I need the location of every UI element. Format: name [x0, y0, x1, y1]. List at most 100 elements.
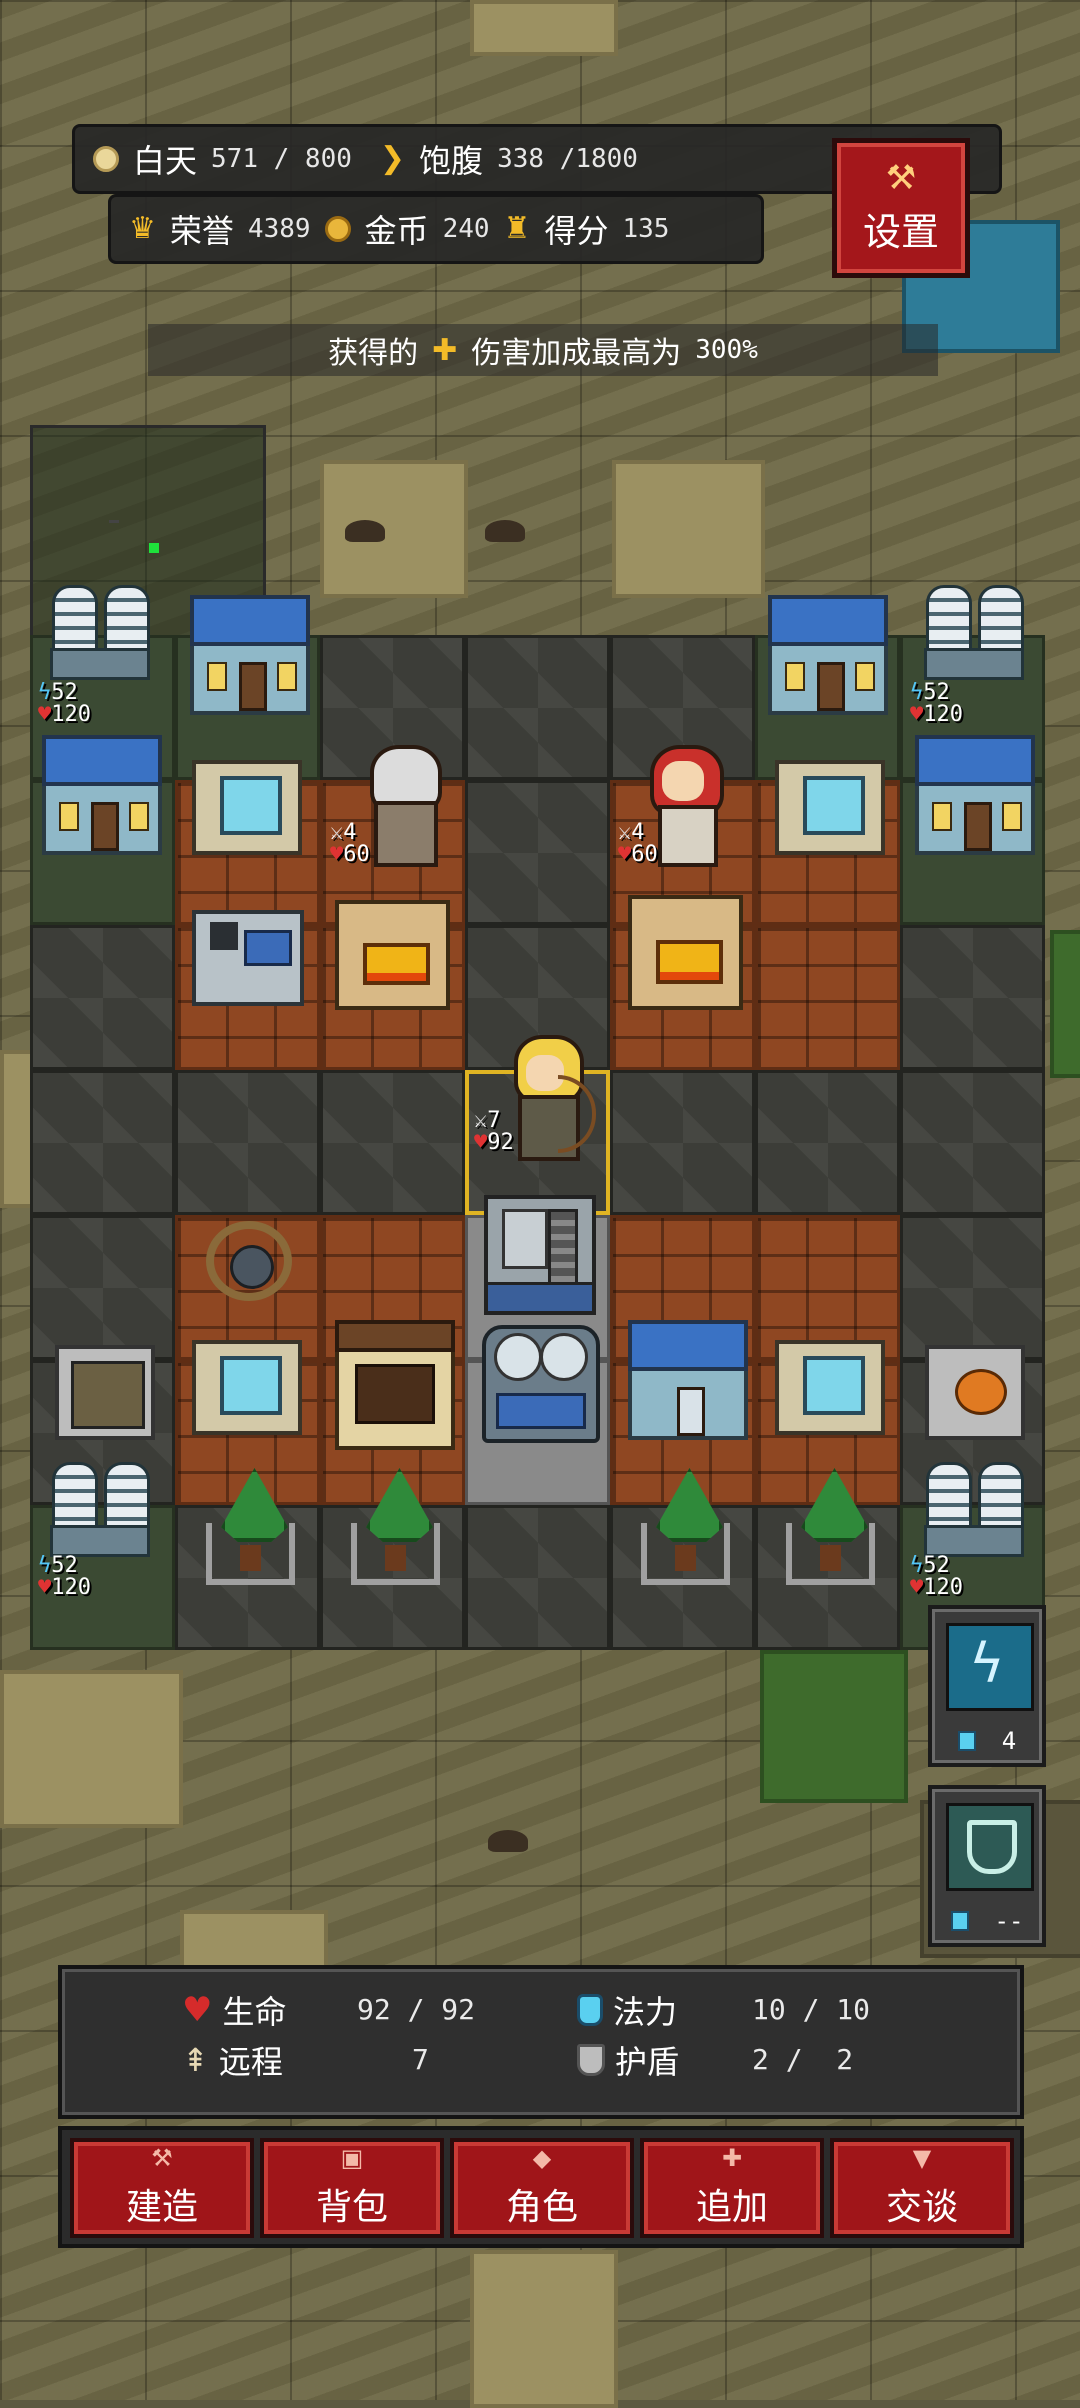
shield-value: 2 / 2 [752, 2043, 854, 2076]
creature-icon [230, 1245, 274, 1289]
furnace-building[interactable] [628, 895, 743, 1010]
board-cell[interactable] [900, 925, 1045, 1070]
gold-value: 240 [442, 214, 490, 244]
hay-box[interactable] [55, 1345, 155, 1440]
house-door [816, 662, 846, 711]
tesla-tower[interactable] [40, 585, 160, 680]
sand-tile [0, 1670, 183, 1828]
tank-dome [494, 1333, 542, 1381]
lightning-skill-slot[interactable]: ϟ 4 [928, 1605, 1046, 1767]
backpack-label: 背包 [315, 2187, 388, 2228]
machine-building[interactable] [192, 910, 304, 1006]
life-value: 92 / 92 [357, 1993, 476, 2026]
talk-label: 交谈 [885, 2187, 958, 2228]
red-hood-stats: ⚔4 ♥60 [618, 820, 658, 867]
pet-nest[interactable] [200, 1215, 300, 1310]
settings-button[interactable]: ⚒ 设置 [832, 138, 970, 278]
board-cell[interactable] [465, 780, 610, 925]
board-cell[interactable] [175, 1070, 320, 1215]
board-cell[interactable] [755, 1070, 900, 1215]
tower-base [924, 648, 1024, 680]
gear-icon [210, 922, 238, 950]
fridge-building[interactable] [192, 1340, 302, 1435]
board-cell[interactable] [610, 1070, 755, 1215]
house-building[interactable] [768, 595, 888, 715]
notice-percent: 300% [695, 335, 758, 365]
hunger-label: 饱腹 [419, 142, 484, 180]
house-building[interactable] [42, 735, 162, 855]
trophy-icon: ♜ [503, 211, 531, 246]
board-cell[interactable] [30, 925, 175, 1070]
tank-dome [540, 1333, 588, 1381]
house-building[interactable] [190, 595, 310, 715]
shrub-icon [485, 520, 525, 542]
mana-icon [957, 1731, 976, 1751]
sun-icon [93, 146, 119, 172]
append-button[interactable]: ✚ 追加 [640, 2138, 824, 2238]
score-label: 得分 [544, 212, 609, 250]
sand-tile [612, 460, 765, 598]
tower-stats: ϟ52 ♥120 [910, 680, 963, 727]
house-roof [628, 1320, 748, 1371]
house-window [59, 802, 80, 831]
talk-button[interactable]: ▼ 交谈 [830, 2138, 1014, 2238]
board-cell[interactable] [900, 1215, 1045, 1360]
tower-base [50, 648, 150, 680]
tesla-tower[interactable] [40, 1462, 160, 1557]
build-label: 建造 [125, 2187, 198, 2228]
fridge-glass [220, 1356, 282, 1415]
board-cell[interactable] [465, 1505, 610, 1650]
board-cell[interactable] [30, 1070, 175, 1215]
board-cell[interactable] [755, 925, 900, 1070]
tree-planter[interactable] [633, 1462, 738, 1587]
house-door [238, 662, 268, 711]
tank-building[interactable] [482, 1325, 600, 1443]
backpack-button[interactable]: ▣ 背包 [260, 2138, 444, 2238]
tree-planter[interactable] [343, 1462, 448, 1587]
board-cell[interactable] [465, 635, 610, 780]
house-building[interactable] [915, 735, 1035, 855]
character-button[interactable]: ◆ 角色 [450, 2138, 634, 2238]
house-door [676, 1387, 706, 1436]
furnace-building[interactable] [335, 900, 450, 1010]
day-label: 白天 [133, 142, 198, 180]
house-roof [190, 595, 310, 646]
board-cell[interactable] [320, 1070, 465, 1215]
board-cell[interactable] [755, 1215, 900, 1360]
heart-icon: ♥ [182, 1990, 213, 2030]
house-window [128, 802, 149, 831]
grass-tile [1050, 930, 1080, 1078]
build-button[interactable]: ⚒ 建造 [70, 2138, 254, 2238]
board-cell[interactable] [900, 1070, 1045, 1215]
fridge-building[interactable] [775, 1340, 885, 1435]
core-machine[interactable] [484, 1195, 596, 1315]
crown-icon: ♛ [129, 211, 156, 246]
tree-planter[interactable] [198, 1462, 303, 1587]
workshop-building[interactable] [628, 1320, 748, 1440]
pumpkin-box[interactable] [925, 1345, 1025, 1440]
tesla-tower[interactable] [914, 1462, 1034, 1557]
hunger-icon: ❯ [379, 141, 406, 176]
house-window [1001, 802, 1022, 831]
fridge-building[interactable] [192, 760, 302, 855]
pumpkin-icon [955, 1369, 1007, 1415]
stall-roof [335, 1320, 455, 1352]
bonus-notice: 获得的 ✚ 伤害加成最高为 300% [148, 324, 938, 376]
tesla-tower[interactable] [914, 585, 1034, 680]
shield-icon [967, 1820, 1017, 1874]
stat-life: ♥ 生命 92 / 92 [182, 1987, 475, 2033]
mana-flask-icon [577, 1994, 603, 2026]
fire-icon [362, 942, 431, 986]
fridge-glass [220, 776, 282, 835]
market-stall[interactable] [335, 1320, 455, 1450]
fridge-building[interactable] [775, 760, 885, 855]
tree-planter[interactable] [778, 1462, 883, 1587]
tree-trunk [385, 1545, 406, 1571]
notice-suffix: 伤害加成最高为 [471, 336, 682, 371]
fire-icon [655, 939, 724, 985]
day-value: 571 / 800 [211, 144, 352, 174]
board-cell[interactable] [30, 1215, 175, 1360]
shield-skill-slot[interactable]: -- [928, 1785, 1046, 1947]
sage-stats: ⚔4 ♥60 [330, 820, 370, 867]
tower-hp: 120 [923, 1575, 963, 1600]
